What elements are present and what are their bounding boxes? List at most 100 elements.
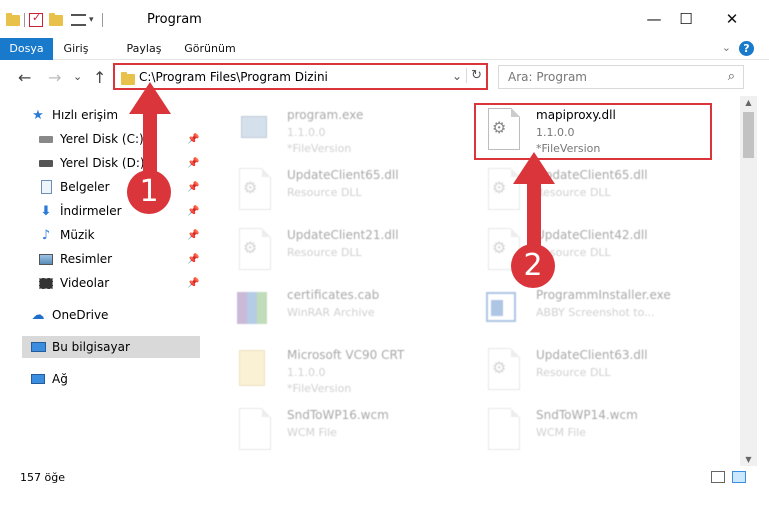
details-view-icon[interactable] xyxy=(711,471,725,483)
pin-icon[interactable]: 📌 xyxy=(187,182,199,193)
pin-icon[interactable]: 📌 xyxy=(187,278,199,289)
sidebar-item-onedrive[interactable]: ☁ OneDrive xyxy=(30,304,109,326)
sidebar-item-downloads[interactable]: ⬇ İndirmeler xyxy=(38,200,122,222)
folder-icon xyxy=(6,12,20,26)
star-icon: ★ xyxy=(32,107,44,123)
tab-view[interactable]: Görünüm xyxy=(181,38,239,60)
tab-home[interactable]: Giriş xyxy=(53,38,99,60)
step-badge-2: 2 xyxy=(511,244,555,288)
large-icons-view-icon[interactable] xyxy=(732,471,746,483)
sidebar-item-label: OneDrive xyxy=(52,308,109,322)
forward-button[interactable]: → xyxy=(48,68,61,87)
refresh-button[interactable]: ↻ xyxy=(466,68,482,83)
sidebar-item-label: Videolar xyxy=(60,276,110,290)
tab-file[interactable]: Dosya xyxy=(0,38,53,60)
file-icon xyxy=(482,406,526,454)
new-folder-icon[interactable] xyxy=(49,12,63,26)
search-icon[interactable]: ⌕ xyxy=(728,69,735,84)
dll-icon: ⚙ xyxy=(482,346,526,394)
file-item[interactable]: Microsoft VC90 CRT 1.1.0.0 *FileVersion xyxy=(227,342,467,400)
file-name: program.exe xyxy=(287,108,364,122)
archive-icon xyxy=(233,286,277,334)
tab-share[interactable]: Paylaş xyxy=(117,38,171,60)
file-item[interactable]: ⚙ UpdateClient63.dll Resource DLL xyxy=(476,342,716,400)
search-placeholder[interactable]: Ara: Program xyxy=(508,70,587,84)
file-item[interactable]: certificates.cab WinRAR Archive xyxy=(227,282,467,340)
scroll-down-icon[interactable]: ▼ xyxy=(740,455,757,464)
sidebar-item-label: Hızlı erişim xyxy=(52,108,119,122)
file-type: Resource DLL xyxy=(287,246,362,259)
file-type: WinRAR Archive xyxy=(287,306,375,319)
sidebar-item-label: İndirmeler xyxy=(60,204,122,218)
item-count: 157 öğe xyxy=(20,471,65,484)
search-box[interactable]: Ara: Program ⌕ xyxy=(498,65,744,89)
close-button[interactable]: ✕ xyxy=(709,0,755,38)
folder-file-icon xyxy=(233,346,277,394)
customize-toolbar-icon[interactable]: ▾ xyxy=(89,15,94,25)
sidebar-item-network[interactable]: Ağ xyxy=(30,368,68,390)
pin-icon[interactable]: 📌 xyxy=(187,158,199,169)
step-badge-1: 1 xyxy=(127,170,171,214)
file-name: Microsoft VC90 CRT xyxy=(287,348,405,362)
scroll-thumb[interactable] xyxy=(743,112,754,158)
sidebar-item-quick-access[interactable]: ★ Hızlı erişim xyxy=(30,104,118,126)
file-name: SndToWP14.wcm xyxy=(536,408,638,422)
file-item[interactable]: program.exe 1.1.0.0 *FileVersion xyxy=(227,102,467,160)
scroll-up-icon[interactable]: ▲ xyxy=(740,98,757,107)
up-button[interactable]: ↑ xyxy=(93,68,106,87)
recent-locations-button[interactable]: ⌄ xyxy=(73,70,82,83)
file-type: WCM File xyxy=(536,426,586,439)
music-icon: ♪ xyxy=(41,227,51,243)
drive-icon xyxy=(38,155,54,171)
file-name: UpdateClient65.dll xyxy=(287,168,399,182)
file-version: 1.1.0.0 xyxy=(287,126,326,139)
file-name: UpdateClient21.dll xyxy=(287,228,399,242)
file-type: WCM File xyxy=(287,426,337,439)
network-icon xyxy=(30,371,46,387)
file-item[interactable]: SndToWP14.wcm WCM File xyxy=(476,402,716,460)
exe-icon xyxy=(233,106,277,154)
pictures-icon xyxy=(38,251,54,267)
file-type: ABBY Screenshot to... xyxy=(536,306,655,319)
status-bar: 157 öğe xyxy=(0,466,769,506)
address-dropdown-icon[interactable]: ⌄ xyxy=(452,69,462,83)
sidebar-item-music[interactable]: ♪ Müzik xyxy=(38,224,95,246)
drive-icon xyxy=(38,131,54,147)
pin-icon[interactable]: 📌 xyxy=(187,254,199,265)
window-title: Program xyxy=(147,12,202,27)
videos-icon xyxy=(38,275,54,291)
file-name: UpdateClient63.dll xyxy=(536,348,648,362)
file-item[interactable]: ⚙ UpdateClient21.dll Resource DLL xyxy=(227,222,467,280)
file-name: ProgrammInstaller.exe xyxy=(536,288,671,302)
sidebar-item-videos[interactable]: Videolar xyxy=(38,272,109,294)
sidebar-item-label: Müzik xyxy=(60,228,95,242)
expand-ribbon-icon[interactable]: ⌄ xyxy=(722,41,731,54)
file-item[interactable]: ProgrammInstaller.exe ABBY Screenshot to… xyxy=(476,282,716,340)
quick-access-toolbar: ✓ ▾ xyxy=(6,11,107,29)
file-name: SndToWP16.wcm xyxy=(287,408,389,422)
vertical-scrollbar[interactable]: ▲ ▼ xyxy=(740,96,757,466)
sidebar-item-pictures[interactable]: Resimler xyxy=(38,248,112,270)
sidebar-item-label: Bu bilgisayar xyxy=(52,340,130,354)
installer-icon xyxy=(482,286,526,334)
file-type: Resource DLL xyxy=(536,366,611,379)
documents-icon xyxy=(38,179,54,195)
pin-icon[interactable]: 📌 xyxy=(187,206,199,217)
file-item[interactable]: ⚙ UpdateClient65.dll Resource DLL xyxy=(227,162,467,220)
sidebar-item-documents[interactable]: Belgeler xyxy=(38,176,110,198)
file-item[interactable]: SndToWP16.wcm WCM File xyxy=(227,402,467,460)
maximize-button[interactable]: ☐ xyxy=(663,0,709,38)
pin-icon[interactable]: 📌 xyxy=(187,134,199,145)
file-type: Resource DLL xyxy=(287,186,362,199)
sidebar-item-label: Belgeler xyxy=(60,180,110,194)
file-version: 1.1.0.0 xyxy=(287,366,326,379)
help-icon[interactable]: ? xyxy=(739,41,754,56)
properties-icon[interactable]: ✓ xyxy=(29,11,43,27)
sidebar-item-this-pc[interactable]: Bu bilgisayar xyxy=(22,336,200,358)
separator xyxy=(101,13,103,27)
view-options-icon[interactable] xyxy=(71,14,86,26)
dll-icon: ⚙ xyxy=(233,226,277,274)
dll-icon: ⚙ xyxy=(233,166,277,214)
back-button[interactable]: ← xyxy=(18,68,31,87)
pin-icon[interactable]: 📌 xyxy=(187,230,199,241)
